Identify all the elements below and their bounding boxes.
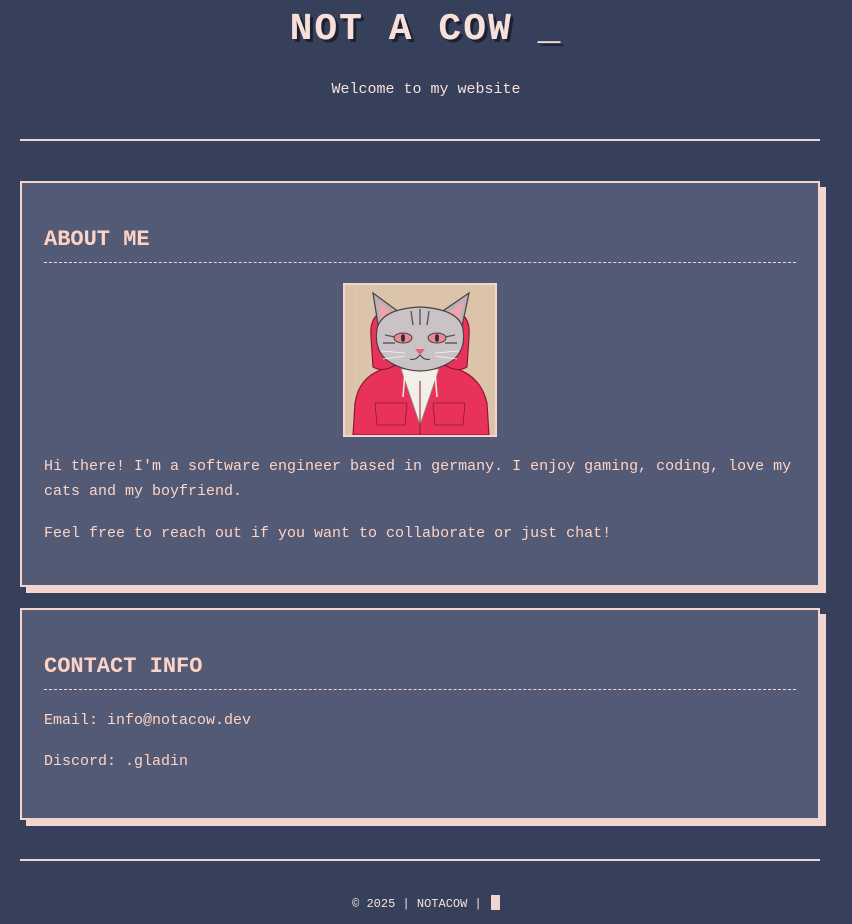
blinking-cursor-icon	[490, 895, 500, 910]
bio-paragraph-contact-invite: Feel free to reach out if you want to co…	[44, 525, 612, 542]
page: NOT A COW _ Welcome to my website ABOUT …	[0, 0, 852, 924]
header-divider	[20, 139, 820, 141]
about-heading: ABOUT ME	[44, 183, 796, 263]
contact-heading: CONTACT INFO	[44, 610, 796, 690]
avatar	[343, 283, 497, 437]
cat-in-hoodie-avatar	[345, 285, 495, 435]
contact-email[interactable]: Email: info@notacow.dev	[44, 711, 796, 731]
footer: © 2025 | NOTACOW |	[0, 895, 852, 911]
about-card: ABOUT ME Hi there! I'm a software engine…	[20, 181, 820, 587]
site-subtitle: Welcome to my website	[331, 81, 521, 98]
bio-paragraph: Hi there! I'm a software engineer based …	[44, 458, 792, 500]
contact-card: CONTACT INFO Email: info@notacow.dev Dis…	[20, 608, 820, 820]
footer-text: © 2025 | NOTACOW |	[352, 897, 489, 911]
contact-discord: Discord: .gladin	[44, 753, 189, 770]
site-title: NOT A COW _	[289, 8, 563, 51]
footer-divider	[20, 859, 820, 861]
